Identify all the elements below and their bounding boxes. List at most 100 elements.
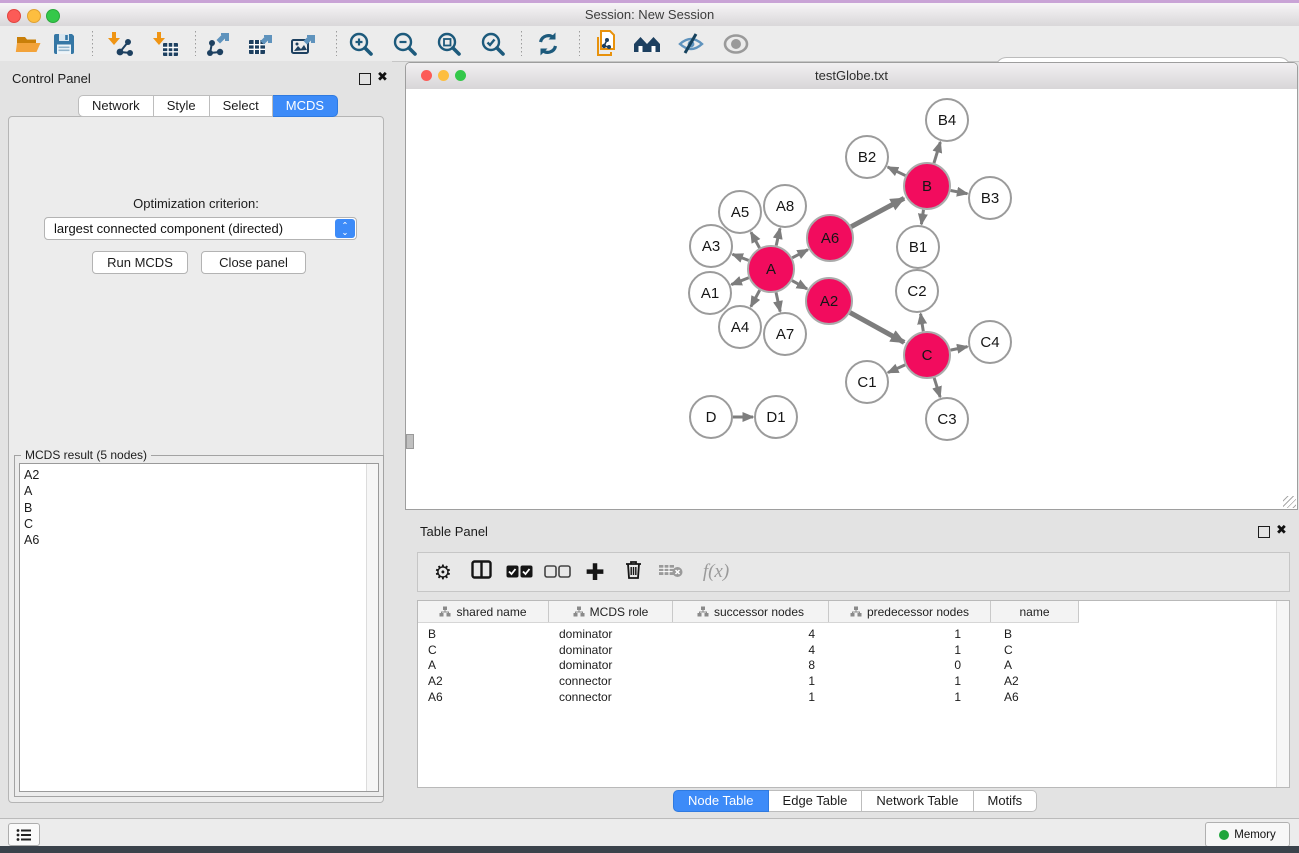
- list-item[interactable]: B: [24, 500, 362, 516]
- save-session-button[interactable]: [47, 28, 81, 59]
- list-item[interactable]: A2: [24, 467, 362, 483]
- column-header-predecessor-nodes[interactable]: predecessor nodes: [829, 601, 991, 622]
- edge-A2-C[interactable]: [850, 313, 904, 343]
- application-window: Session: New Session: [0, 0, 1299, 853]
- function-builder-button[interactable]: f(x): [690, 561, 742, 583]
- status-menu-button[interactable]: [8, 823, 40, 846]
- delete-column-button[interactable]: [614, 559, 652, 586]
- edge-A-A4[interactable]: [751, 290, 760, 307]
- column-header-shared-name[interactable]: shared name: [418, 601, 549, 622]
- split-columns-icon: [471, 560, 492, 579]
- node-table[interactable]: shared nameMCDS rolesuccessor nodesprede…: [417, 600, 1290, 788]
- criterion-select[interactable]: largest connected component (directed) ⌃…: [44, 217, 357, 240]
- window-resize-grip[interactable]: [1283, 496, 1296, 508]
- close-panel-icon[interactable]: ✖: [377, 69, 388, 85]
- list-item[interactable]: C: [24, 516, 362, 532]
- edge-A-A1[interactable]: [731, 278, 748, 285]
- canvas-scrollbar-thumb-left[interactable]: [406, 434, 414, 449]
- apply-layout-button[interactable]: [531, 28, 565, 59]
- tab-style[interactable]: Style: [154, 95, 210, 117]
- edge-A6-B[interactable]: [851, 198, 904, 226]
- select-all-button[interactable]: [500, 561, 538, 584]
- table-row[interactable]: Cdominator41C: [418, 642, 1079, 658]
- zoom-fit-icon: [435, 30, 463, 58]
- edge-A-A2[interactable]: [792, 281, 807, 289]
- column-header-MCDS-role[interactable]: MCDS role: [549, 601, 673, 622]
- table-cell: 1: [829, 674, 991, 688]
- control-panel-title: Control Panel: [12, 71, 91, 86]
- show-all-button[interactable]: [719, 28, 753, 59]
- edge-A-A5[interactable]: [751, 232, 760, 248]
- import-table-button[interactable]: [149, 28, 183, 59]
- split-table-button[interactable]: [462, 560, 500, 585]
- import-network-button[interactable]: [104, 28, 138, 59]
- edge-C-C2[interactable]: [921, 314, 924, 332]
- table-cell: 1: [829, 627, 991, 641]
- memory-button[interactable]: Memory: [1205, 822, 1290, 847]
- list-icon: [16, 828, 32, 842]
- table-row[interactable]: A6connector11A6: [418, 689, 1079, 705]
- tab-node-table[interactable]: Node Table: [673, 790, 769, 812]
- network-window-titlebar[interactable]: testGlobe.txt: [406, 63, 1297, 90]
- run-mcds-button[interactable]: Run MCDS: [92, 251, 188, 274]
- tab-network-table[interactable]: Network Table: [862, 790, 973, 812]
- save-icon: [51, 31, 77, 57]
- edge-A-A7[interactable]: [776, 292, 780, 311]
- float-panel-icon[interactable]: [359, 73, 371, 85]
- tab-network[interactable]: Network: [78, 95, 154, 117]
- add-column-button[interactable]: ✚: [576, 559, 614, 586]
- network-graph[interactable]: B4B2BB3A8A5A6A3B1AA1C2A2A4A7C4CC1C3DD1: [406, 89, 1297, 509]
- control-panel: Control Panel ✖ NetworkStyleSelectMCDS O…: [0, 61, 392, 818]
- network-canvas[interactable]: B4B2BB3A8A5A6A3B1AA1C2A2A4A7C4CC1C3DD1: [406, 89, 1297, 509]
- edge-C-C4[interactable]: [951, 347, 968, 351]
- edge-C-C1[interactable]: [888, 365, 905, 373]
- list-item[interactable]: A: [24, 483, 362, 499]
- table-float-panel-icon[interactable]: [1258, 526, 1270, 538]
- eye-slash-icon: [676, 31, 706, 57]
- column-header-successor-nodes[interactable]: successor nodes: [673, 601, 829, 622]
- zoom-in-icon: [347, 30, 375, 58]
- column-header-name[interactable]: name: [991, 601, 1079, 622]
- network-view-window: testGlobe.txt B4B2BB3A8A5A6A3B1AA1C2A2A4…: [405, 62, 1298, 510]
- table-settings-button[interactable]: ⚙: [424, 560, 462, 585]
- deselect-all-button[interactable]: [538, 561, 576, 584]
- table-row[interactable]: A2connector11A2: [418, 673, 1079, 689]
- zoom-out-button[interactable]: [388, 28, 422, 59]
- mcds-result-list[interactable]: A2ABCA6: [19, 463, 379, 792]
- tab-edge-table[interactable]: Edge Table: [769, 790, 863, 812]
- table-scrollbar[interactable]: [1276, 601, 1289, 787]
- clone-network-button[interactable]: [590, 28, 624, 59]
- edge-B-B4[interactable]: [934, 142, 940, 163]
- export-network-button[interactable]: [201, 28, 235, 59]
- result-list-scrollbar[interactable]: [366, 464, 378, 791]
- edge-A-A6[interactable]: [792, 250, 808, 258]
- edge-B-B2[interactable]: [888, 167, 906, 176]
- edge-A-A8[interactable]: [776, 228, 780, 245]
- delete-table-button[interactable]: [652, 561, 690, 584]
- export-network-icon: [204, 30, 232, 58]
- zoom-in-button[interactable]: [344, 28, 378, 59]
- mcds-result-title: MCDS result (5 nodes): [21, 448, 151, 462]
- table-row[interactable]: Adominator80A: [418, 658, 1079, 674]
- edge-B-B1[interactable]: [921, 210, 923, 225]
- edge-B-B3[interactable]: [951, 190, 968, 193]
- tab-mcds[interactable]: MCDS: [273, 95, 338, 117]
- optimization-criterion-label: Optimization criterion:: [0, 196, 392, 211]
- list-item[interactable]: A6: [24, 532, 362, 548]
- export-table-button[interactable]: [244, 28, 278, 59]
- first-neighbors-button[interactable]: [630, 28, 664, 59]
- hide-selected-button[interactable]: [674, 28, 708, 59]
- zoom-selected-button[interactable]: [476, 28, 510, 59]
- tab-select[interactable]: Select: [210, 95, 273, 117]
- open-file-button[interactable]: [11, 28, 45, 59]
- tab-motifs[interactable]: Motifs: [974, 790, 1038, 812]
- close-panel-button[interactable]: Close panel: [201, 251, 306, 274]
- table-close-panel-icon[interactable]: ✖: [1276, 522, 1287, 538]
- export-image-button[interactable]: [287, 28, 321, 59]
- zoom-fit-button[interactable]: [432, 28, 466, 59]
- table-row[interactable]: Bdominator41B: [418, 626, 1079, 642]
- edge-C-C3[interactable]: [934, 378, 940, 397]
- toolbar-separator: [92, 31, 93, 56]
- table-cell: dominator: [549, 643, 673, 657]
- edge-A-A3[interactable]: [732, 254, 748, 260]
